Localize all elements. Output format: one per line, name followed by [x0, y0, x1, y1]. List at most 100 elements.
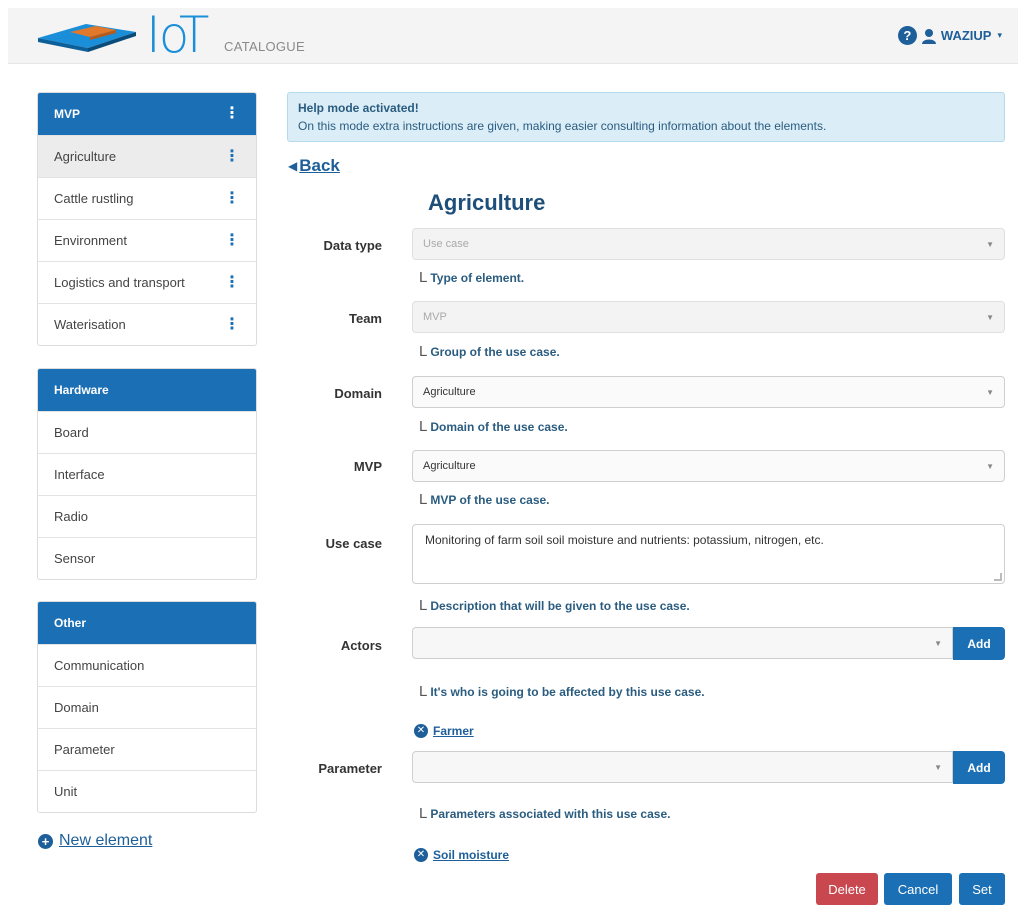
actor-tag-label[interactable]: Farmer	[433, 724, 474, 738]
kebab-menu-icon[interactable]: ⋮	[224, 190, 240, 207]
corner-icon: L	[419, 343, 428, 360]
sidebar-item-label: Environment	[54, 233, 127, 248]
set-button[interactable]: Set	[959, 873, 1005, 905]
parameter-select[interactable]: ▼	[412, 751, 953, 783]
new-element-link[interactable]: + New element	[38, 832, 152, 850]
sidebar-panel-mvp: MVP ⋮ Agriculture ⋮ Cattle rustling ⋮ En…	[37, 92, 257, 346]
actors-label: Actors	[340, 638, 382, 653]
panel-title: MVP	[54, 107, 81, 121]
chevron-down-icon: ▼	[986, 239, 994, 249]
team-hint: L Group of the use case.	[419, 343, 560, 360]
team-select: MVP ▼	[412, 301, 1005, 333]
select-value: Agriculture	[423, 460, 476, 472]
sidebar-item-label: Board	[54, 425, 89, 440]
data-type-label: Data type	[323, 238, 382, 253]
corner-icon: L	[419, 805, 428, 822]
logo-subtitle: CATALOGUE	[224, 39, 305, 54]
chevron-down-icon: ▾	[997, 30, 1002, 40]
add-parameter-button[interactable]: Add	[953, 751, 1005, 784]
chevron-down-icon: ▼	[986, 461, 994, 471]
domain-hint: L Domain of the use case.	[419, 418, 568, 435]
chevron-down-icon: ▼	[934, 762, 942, 772]
sidebar-panel-hardware: Hardware Board Interface Radio Sensor	[37, 368, 257, 580]
use-case-hint: L Description that will be given to the …	[419, 597, 690, 614]
data-type-select: Use case ▼	[412, 228, 1005, 260]
sidebar-item-radio[interactable]: Radio	[38, 495, 256, 537]
corner-icon: L	[419, 491, 428, 508]
mvp-select[interactable]: Agriculture ▼	[412, 450, 1005, 482]
username: WAZIUP	[940, 28, 992, 43]
panel-header-mvp[interactable]: MVP ⋮	[38, 93, 256, 135]
use-case-label: Use case	[325, 536, 382, 551]
select-value: MVP	[423, 311, 447, 323]
sidebar-item-interface[interactable]: Interface	[38, 453, 256, 495]
help-mode-alert: Help mode activated! On this mode extra …	[287, 92, 1005, 142]
kebab-menu-icon[interactable]: ⋮	[224, 232, 240, 249]
sidebar-item-parameter[interactable]: Parameter	[38, 728, 256, 770]
select-value: Agriculture	[423, 386, 476, 398]
kebab-menu-icon[interactable]: ⋮	[224, 316, 240, 333]
user-icon	[921, 28, 936, 44]
data-type-hint: L Type of element.	[419, 269, 525, 286]
sidebar-item-label: Unit	[54, 784, 78, 799]
chevron-down-icon: ▼	[986, 387, 994, 397]
kebab-menu-icon[interactable]: ⋮	[224, 106, 240, 122]
plus-circle-icon: +	[38, 833, 53, 849]
corner-icon: L	[419, 269, 428, 286]
sidebar-item-environment[interactable]: Environment ⋮	[38, 219, 256, 261]
select-value: Use case	[423, 238, 469, 250]
use-case-value: Monitoring of farm soil soil moisture an…	[425, 533, 824, 547]
chevron-down-icon: ▼	[934, 638, 942, 648]
sidebar-item-communication[interactable]: Communication	[38, 644, 256, 686]
app-header: IoT CATALOGUE ? WAZIUP ▾	[8, 6, 1018, 64]
delete-button[interactable]: Delete	[816, 873, 878, 905]
user-menu[interactable]: ? WAZIUP ▾	[897, 26, 1002, 45]
sidebar-item-label: Logistics and transport	[54, 275, 185, 290]
sidebar-item-label: Radio	[54, 509, 88, 524]
actors-select[interactable]: ▼	[412, 627, 953, 659]
sidebar-item-cattle-rustling[interactable]: Cattle rustling ⋮	[38, 177, 256, 219]
sidebar-item-domain[interactable]: Domain	[38, 686, 256, 728]
sidebar-item-label: Agriculture	[54, 149, 117, 164]
sidebar-panel-other: Other Communication Domain Parameter Uni…	[37, 601, 257, 813]
actor-tag[interactable]: ✕ Farmer	[414, 724, 474, 738]
corner-icon: L	[419, 683, 428, 700]
add-actor-button[interactable]: Add	[953, 627, 1005, 660]
back-link[interactable]: ◀ Back	[288, 156, 340, 176]
panel-title: Hardware	[54, 383, 109, 397]
parameter-tag-label[interactable]: Soil moisture	[433, 848, 509, 862]
domain-select[interactable]: Agriculture ▼	[412, 376, 1005, 408]
question-circle-icon[interactable]: ?	[897, 26, 917, 45]
sidebar-item-unit[interactable]: Unit	[38, 770, 256, 812]
new-element-label: New element	[59, 832, 153, 849]
chevron-down-icon: ▼	[986, 312, 994, 322]
caret-left-icon: ◀	[288, 159, 298, 173]
remove-circle-icon[interactable]: ✕	[414, 724, 428, 738]
sidebar-item-sensor[interactable]: Sensor	[38, 537, 256, 579]
mvp-label: MVP	[353, 459, 382, 474]
use-case-textarea[interactable]: Monitoring of farm soil soil moisture an…	[412, 524, 1005, 584]
sidebar-item-waterisation[interactable]: Waterisation ⋮	[38, 303, 256, 345]
sidebar-item-logistics[interactable]: Logistics and transport ⋮	[38, 261, 256, 303]
team-label: Team	[349, 311, 382, 326]
sidebar-item-label: Parameter	[54, 742, 115, 757]
alert-text: On this mode extra instructions are give…	[298, 119, 827, 133]
panel-title: Other	[54, 616, 87, 630]
logo-board-icon	[38, 24, 136, 52]
resize-handle-icon[interactable]	[994, 573, 1002, 581]
page-title: Agriculture	[428, 190, 546, 215]
sidebar-item-board[interactable]: Board	[38, 411, 256, 453]
kebab-menu-icon[interactable]: ⋮	[224, 274, 240, 291]
sidebar-item-label: Communication	[54, 658, 145, 673]
alert-title: Help mode activated!	[298, 101, 419, 115]
sidebar-item-agriculture[interactable]: Agriculture ⋮	[38, 135, 256, 177]
remove-circle-icon[interactable]: ✕	[414, 848, 428, 862]
back-label: Back	[299, 156, 340, 175]
cancel-button[interactable]: Cancel	[884, 873, 952, 905]
actors-hint: L It's who is going to be affected by th…	[419, 683, 705, 700]
panel-header-hardware: Hardware	[38, 369, 256, 411]
sidebar-item-label: Sensor	[54, 551, 96, 566]
sidebar-item-label: Domain	[54, 700, 99, 715]
kebab-menu-icon[interactable]: ⋮	[224, 148, 240, 165]
parameter-tag[interactable]: ✕ Soil moisture	[414, 848, 509, 862]
